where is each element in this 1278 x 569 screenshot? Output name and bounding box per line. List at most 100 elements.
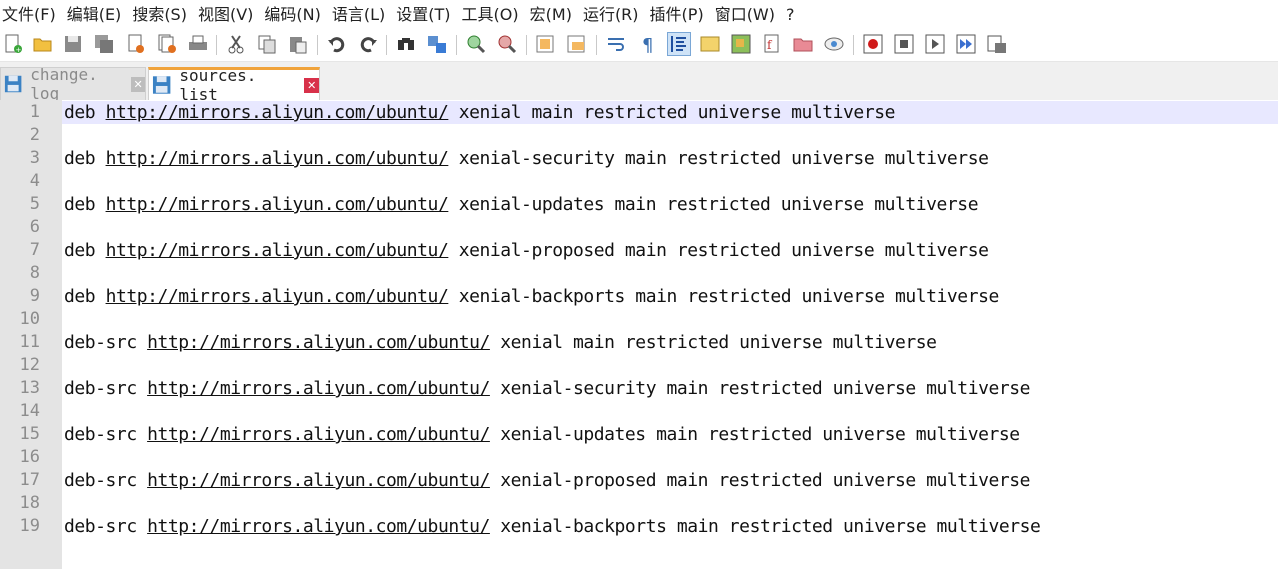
monitoring-icon[interactable] [823, 33, 845, 55]
line-number: 19 [19, 516, 40, 536]
editor-line[interactable]: 2 [0, 124, 1278, 147]
editor-line[interactable]: 8 [0, 262, 1278, 285]
line-url-link[interactable]: http://mirrors.aliyun.com/ubuntu/ [147, 470, 490, 491]
save-macro-icon[interactable] [986, 33, 1008, 55]
tab-change-log[interactable]: change. log ✕ [0, 65, 146, 103]
user-language-icon[interactable] [699, 33, 721, 55]
save-all-icon[interactable] [93, 33, 115, 55]
document-map-icon[interactable] [730, 33, 752, 55]
show-all-characters-icon[interactable]: ¶ [636, 33, 658, 55]
line-text[interactable]: deb http://mirrors.aliyun.com/ubuntu/ xe… [64, 101, 895, 124]
new-file-icon[interactable]: + [2, 33, 24, 55]
paste-icon[interactable] [287, 33, 309, 55]
menu-help[interactable]: ? [782, 0, 799, 29]
close-tab-icon[interactable]: ✕ [304, 77, 319, 93]
word-wrap-icon[interactable] [605, 33, 627, 55]
line-number: 3 [29, 148, 40, 168]
menu-encoding[interactable]: 编码(N) [260, 0, 324, 29]
line-text[interactable]: deb-src http://mirrors.aliyun.com/ubuntu… [64, 331, 937, 354]
tab-sources-list[interactable]: sources. list ✕ [148, 66, 320, 104]
toolbar-separator [456, 35, 457, 55]
line-text[interactable]: deb-src http://mirrors.aliyun.com/ubuntu… [64, 515, 1041, 538]
print-icon[interactable] [187, 33, 209, 55]
menu-plugins[interactable]: 插件(P) [646, 0, 708, 29]
line-suffix: xenial-security main restricted universe… [448, 148, 989, 169]
close-icon[interactable] [125, 33, 147, 55]
zoom-in-icon[interactable] [465, 33, 487, 55]
editor-line[interactable]: 17 deb-src http://mirrors.aliyun.com/ubun… [0, 469, 1278, 492]
line-text[interactable]: deb-src http://mirrors.aliyun.com/ubuntu… [64, 469, 1030, 492]
menu-view[interactable]: 视图(V) [194, 0, 257, 29]
undo-icon[interactable] [326, 33, 348, 55]
editor-line[interactable]: 18 [0, 492, 1278, 515]
line-number: 5 [29, 194, 40, 214]
line-text[interactable]: deb http://mirrors.aliyun.com/ubuntu/ xe… [64, 193, 979, 216]
indent-guide-icon[interactable] [667, 32, 691, 56]
editor-line[interactable]: 5 deb http://mirrors.aliyun.com/ubuntu/ x… [0, 193, 1278, 216]
open-file-icon[interactable] [32, 33, 54, 55]
replace-icon[interactable] [426, 33, 448, 55]
menu-tools[interactable]: 工具(O) [458, 0, 523, 29]
line-text[interactable]: deb http://mirrors.aliyun.com/ubuntu/ xe… [64, 239, 989, 262]
record-macro-icon[interactable] [862, 33, 884, 55]
menu-language[interactable]: 语言(L) [328, 0, 389, 29]
stop-record-icon[interactable] [893, 33, 915, 55]
save-icon[interactable] [62, 33, 84, 55]
toolbar-separator [386, 35, 387, 55]
menu-settings[interactable]: 设置(T) [392, 0, 454, 29]
menu-bar: 文件(F) 编辑(E) 搜索(S) 视图(V) 编码(N) 语言(L) 设置(T… [0, 0, 1278, 29]
menu-macro[interactable]: 宏(M) [526, 0, 576, 29]
editor-line[interactable]: 12 [0, 354, 1278, 377]
svg-text:¶: ¶ [642, 35, 653, 54]
close-tab-icon[interactable]: ✕ [131, 76, 145, 92]
line-url-link[interactable]: http://mirrors.aliyun.com/ubuntu/ [106, 194, 449, 215]
editor-line[interactable]: 6 [0, 216, 1278, 239]
editor-line[interactable]: 10 [0, 308, 1278, 331]
line-url-link[interactable]: http://mirrors.aliyun.com/ubuntu/ [147, 424, 490, 445]
line-prefix: deb-src [64, 516, 148, 537]
line-suffix: xenial-proposed main restricted universe… [448, 240, 989, 261]
editor-line[interactable]: 15 deb-src http://mirrors.aliyun.com/ubun… [0, 423, 1278, 446]
menu-run[interactable]: 运行(R) [579, 0, 643, 29]
close-all-icon[interactable] [156, 33, 178, 55]
line-url-link[interactable]: http://mirrors.aliyun.com/ubuntu/ [106, 102, 449, 123]
line-url-link[interactable]: http://mirrors.aliyun.com/ubuntu/ [106, 286, 449, 307]
line-url-link[interactable]: http://mirrors.aliyun.com/ubuntu/ [147, 516, 490, 537]
line-prefix: deb [64, 286, 106, 307]
editor-line[interactable]: 1 deb http://mirrors.aliyun.com/ubuntu/ x… [0, 101, 1278, 124]
menu-file[interactable]: 文件(F) [0, 0, 60, 29]
line-prefix: deb [64, 194, 106, 215]
find-icon[interactable] [395, 33, 417, 55]
redo-icon[interactable] [357, 33, 379, 55]
line-text[interactable]: deb http://mirrors.aliyun.com/ubuntu/ xe… [64, 147, 989, 170]
menu-window[interactable]: 窗口(W) [711, 0, 779, 29]
sync-horizontal-icon[interactable] [566, 33, 588, 55]
editor-line[interactable]: 3 deb http://mirrors.aliyun.com/ubuntu/ x… [0, 147, 1278, 170]
line-number: 2 [29, 125, 40, 145]
editor-line[interactable]: 19 deb-src http://mirrors.aliyun.com/ubun… [0, 515, 1278, 538]
line-url-link[interactable]: http://mirrors.aliyun.com/ubuntu/ [106, 148, 449, 169]
line-url-link[interactable]: http://mirrors.aliyun.com/ubuntu/ [147, 378, 490, 399]
line-url-link[interactable]: http://mirrors.aliyun.com/ubuntu/ [147, 332, 490, 353]
folder-workspace-icon[interactable] [792, 33, 814, 55]
line-text[interactable]: deb http://mirrors.aliyun.com/ubuntu/ xe… [64, 285, 999, 308]
run-macro-multiple-icon[interactable] [955, 33, 977, 55]
editor-line[interactable]: 9 deb http://mirrors.aliyun.com/ubuntu/ x… [0, 285, 1278, 308]
play-macro-icon[interactable] [924, 33, 946, 55]
editor-line[interactable]: 4 [0, 170, 1278, 193]
editor-line[interactable]: 13 deb-src http://mirrors.aliyun.com/ubun… [0, 377, 1278, 400]
editor-line[interactable]: 16 [0, 446, 1278, 469]
menu-edit[interactable]: 编辑(E) [63, 0, 126, 29]
function-list-icon[interactable]: f [761, 33, 783, 55]
line-url-link[interactable]: http://mirrors.aliyun.com/ubuntu/ [106, 240, 449, 261]
line-text[interactable]: deb-src http://mirrors.aliyun.com/ubuntu… [64, 377, 1030, 400]
copy-icon[interactable] [256, 33, 278, 55]
zoom-out-icon[interactable] [496, 33, 518, 55]
line-text[interactable]: deb-src http://mirrors.aliyun.com/ubuntu… [64, 423, 1020, 446]
editor-line[interactable]: 11 deb-src http://mirrors.aliyun.com/ubun… [0, 331, 1278, 354]
sync-vertical-icon[interactable] [535, 33, 557, 55]
editor-line[interactable]: 7 deb http://mirrors.aliyun.com/ubuntu/ x… [0, 239, 1278, 262]
cut-icon[interactable] [225, 33, 247, 55]
editor-line[interactable]: 14 [0, 400, 1278, 423]
menu-search[interactable]: 搜索(S) [128, 0, 191, 29]
